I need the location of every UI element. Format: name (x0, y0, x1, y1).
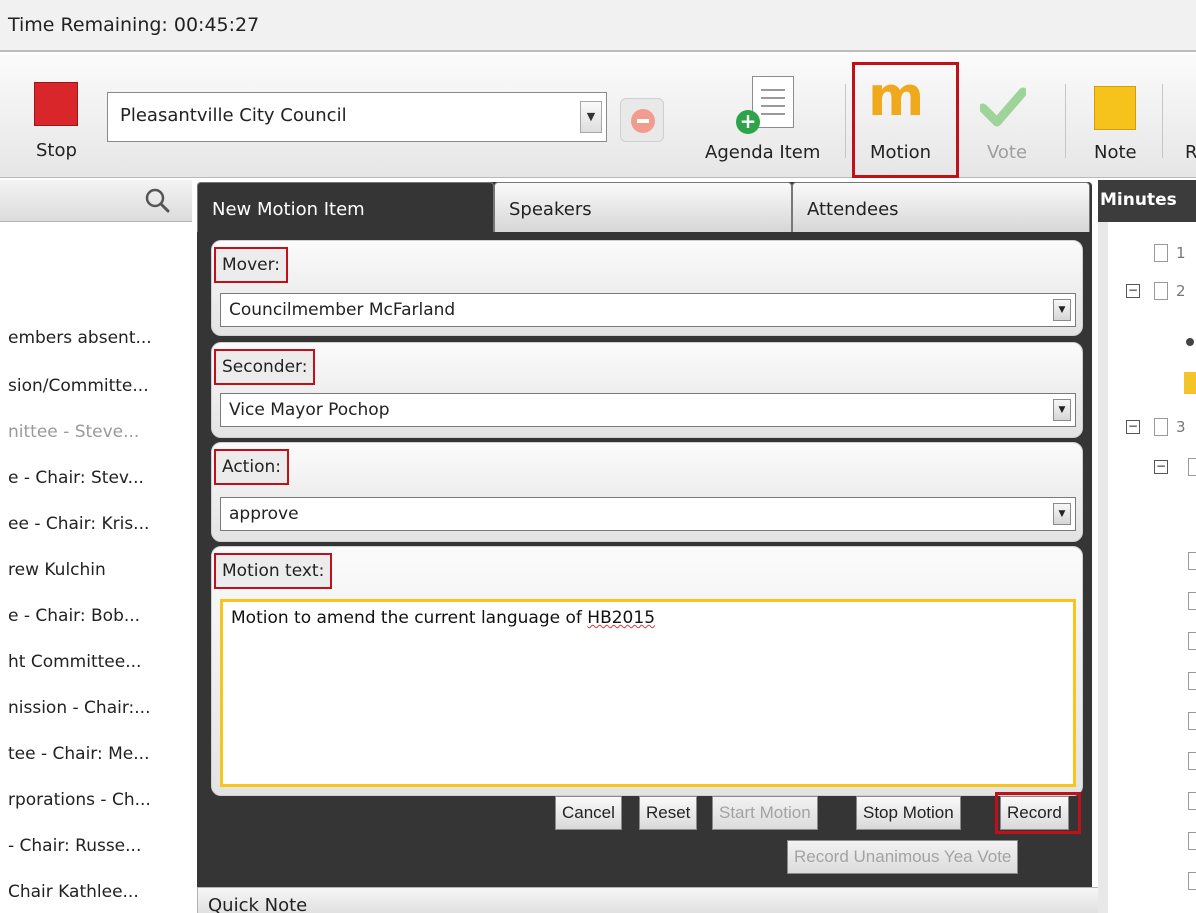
vote-button[interactable]: Vote (987, 142, 1027, 163)
motion-button[interactable]: Motion (870, 142, 931, 163)
seconder-label: Seconder: (214, 349, 316, 385)
seconder-select-value: Vice Mayor Pochop (229, 400, 390, 420)
chevron-down-icon[interactable]: ▼ (1053, 399, 1071, 421)
seconder-field-group: Seconder: Vice Mayor Pochop ▼ (211, 342, 1083, 438)
seconder-select[interactable]: Vice Mayor Pochop ▼ (220, 393, 1076, 427)
plus-icon: + (736, 110, 760, 134)
action-select-value: approve (229, 504, 299, 524)
list-item[interactable]: ht Committee... (8, 652, 192, 672)
toolbar-divider (1065, 84, 1066, 158)
chevron-down-icon[interactable]: ▼ (1053, 503, 1071, 525)
action-label: Action: (214, 449, 289, 485)
tree-item-number[interactable]: 1 (1176, 244, 1186, 262)
list-item[interactable]: nission - Chair:... (8, 698, 192, 718)
mover-select-value: Councilmember McFarland (229, 300, 456, 320)
collapse-icon[interactable]: − (1126, 420, 1140, 434)
document-icon (1188, 552, 1196, 570)
tab-speakers[interactable]: Speakers (494, 182, 792, 232)
list-item[interactable]: sion/Committe... (8, 376, 192, 396)
minutes-header: Minutes (1098, 180, 1196, 222)
mover-field-group: Mover: Councilmember McFarland ▼ (211, 240, 1083, 336)
action-field-group: Action: approve ▼ (211, 442, 1083, 542)
stop-motion-button[interactable]: Stop Motion (856, 796, 961, 830)
agenda-list-header (0, 180, 192, 222)
document-icon (1154, 244, 1168, 262)
document-icon (1188, 458, 1196, 476)
user-icon (1186, 338, 1194, 346)
time-remaining-bar: Time Remaining: 00:45:27 (0, 0, 1196, 52)
tab-new-motion-item[interactable]: New Motion Item (197, 182, 494, 232)
reset-button[interactable]: Reset (639, 796, 698, 830)
stop-button[interactable]: Stop (36, 140, 77, 161)
document-icon (1188, 592, 1196, 610)
document-icon (1188, 832, 1196, 850)
meeting-select-value: Pleasantville City Council (120, 105, 347, 126)
collapse-icon[interactable]: − (1126, 284, 1140, 298)
list-item[interactable]: embers absent... (8, 328, 192, 348)
motion-icon[interactable]: m (868, 70, 924, 124)
record-unanimous-yea-vote-button[interactable]: Record Unanimous Yea Vote (787, 840, 1019, 874)
collapse-icon[interactable]: − (1154, 460, 1168, 474)
motion-text-label: Motion text: (214, 553, 333, 589)
document-icon (1188, 712, 1196, 730)
minutes-title: Minutes (1100, 190, 1177, 210)
document-icon (1188, 632, 1196, 650)
list-item[interactable]: e - Chair: Stev... (8, 468, 192, 488)
motion-text-value: Motion to amend the current language of (231, 608, 588, 628)
document-icon (1188, 872, 1196, 890)
mover-label: Mover: (214, 247, 289, 283)
minus-icon (631, 109, 655, 133)
action-select[interactable]: approve ▼ (220, 497, 1076, 531)
cancel-button[interactable]: Cancel (555, 796, 622, 830)
document-icon (1188, 792, 1196, 810)
motion-text-misspelled: HB2015 (587, 608, 656, 628)
agenda-item-button[interactable]: Agenda Item (705, 142, 820, 163)
remove-button[interactable] (620, 98, 664, 142)
list-item[interactable]: tee - Chair: Me... (8, 744, 192, 764)
note-icon[interactable] (1094, 86, 1136, 130)
quick-note-bar[interactable]: Quick Note (197, 887, 1101, 913)
record-highlight (995, 792, 1081, 834)
tab-attendees[interactable]: Attendees (792, 182, 1090, 232)
chevron-down-icon[interactable]: ▼ (1053, 299, 1071, 321)
list-item[interactable]: ee - Chair: Kris... (8, 514, 192, 534)
list-item[interactable]: rew Kulchin (8, 560, 192, 580)
minutes-panel: Minutes 1 − 2 − 3 − (1098, 180, 1196, 913)
toolbar: Stop Pleasantville City Council ▼ + Agen… (0, 54, 1196, 178)
note-button[interactable]: Note (1094, 142, 1137, 163)
agenda-list-panel: embers absent... sion/Committe... nittee… (0, 180, 192, 913)
note-icon (1184, 372, 1196, 394)
toolbar-divider (845, 84, 846, 158)
motion-text-input[interactable]: Motion to amend the current language of … (220, 599, 1076, 787)
search-icon[interactable] (144, 187, 170, 213)
tree-item-number[interactable]: 3 (1176, 418, 1186, 436)
list-item[interactable]: nittee - Steve... (8, 422, 192, 442)
start-motion-button[interactable]: Start Motion (712, 796, 818, 830)
stop-icon[interactable] (34, 82, 78, 126)
document-icon (1154, 282, 1168, 300)
toolbar-divider (1162, 84, 1163, 158)
checkmark-icon[interactable] (980, 86, 1026, 128)
list-item[interactable]: e - Chair: Bob... (8, 606, 192, 626)
quick-note-label: Quick Note (208, 895, 308, 913)
document-icon (1154, 418, 1168, 436)
motion-text-field-group: Motion text: Motion to amend the current… (211, 546, 1083, 796)
chevron-down-icon[interactable]: ▼ (580, 101, 602, 133)
list-item[interactable]: - Chair: Russe... (8, 836, 192, 856)
document-icon (1188, 752, 1196, 770)
mover-select[interactable]: Councilmember McFarland ▼ (220, 293, 1076, 327)
minutes-tree: 1 − 2 − 3 − (1098, 222, 1196, 913)
motion-editor: New Motion Item Speakers Attendees Mover… (197, 182, 1092, 892)
document-icon (1188, 672, 1196, 690)
time-remaining-label: Time Remaining: 00:45:27 (8, 14, 260, 36)
list-item[interactable]: rporations - Ch... (8, 790, 192, 810)
meeting-select[interactable]: Pleasantville City Council ▼ (107, 92, 607, 142)
tree-item-number[interactable]: 2 (1176, 282, 1186, 300)
list-item[interactable]: Chair Kathlee... (8, 882, 192, 902)
toolbar-partial-button[interactable]: R (1185, 142, 1196, 163)
